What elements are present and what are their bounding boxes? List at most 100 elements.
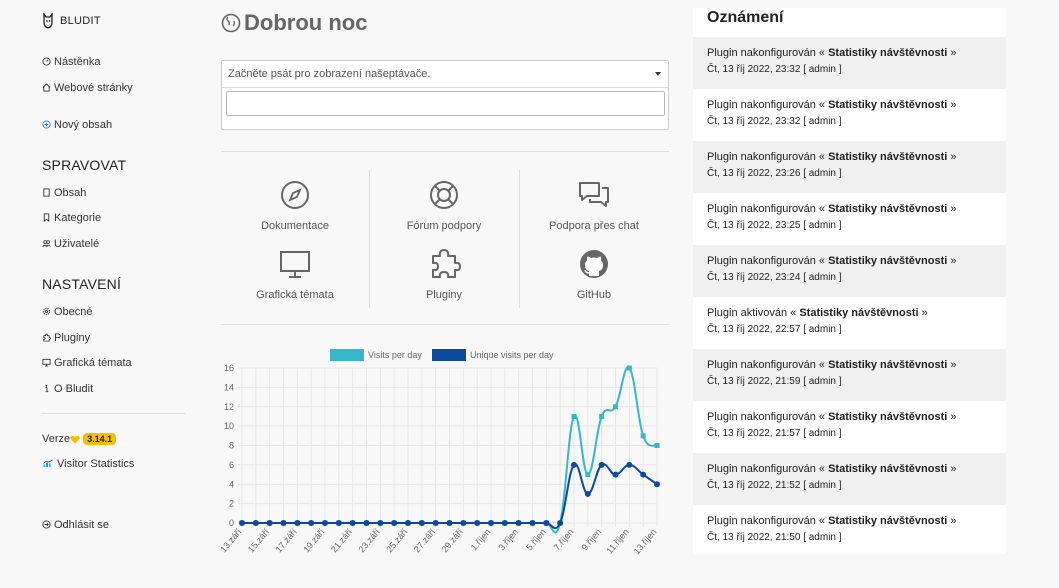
data-point [363,520,370,526]
heart-icon [70,435,80,443]
data-point [308,520,315,526]
notification-message: Plugin nakonfigurován « Statistiky návšt… [707,515,992,527]
y-tick-label: 6 [229,460,234,470]
notification-item[interactable]: Plugin nakonfigurován « Statistiky návšt… [693,401,1006,453]
notification-end: » [950,411,957,423]
data-point [252,520,259,526]
notification-date: Čt, 13 říj 2022, 22:57 [707,324,801,335]
notification-date: Čt, 13 říj 2022, 23:24 [707,272,801,283]
bludit-logo-icon [43,13,53,29]
notification-date: Čt, 13 říj 2022, 21:59 [707,376,801,387]
link-support-forum[interactable]: Fórum podpory [370,178,518,232]
notification-end: » [950,47,957,59]
notification-meta: Čt, 13 říj 2022, 21:52 [ admin ] [707,480,992,491]
data-point [626,365,632,371]
y-tick-label: 4 [229,479,234,489]
sidebar-item-label: Kategorie [54,212,102,224]
notification-meta: Čt, 13 říj 2022, 23:32 [ admin ] [707,116,992,127]
notification-plugin: Statistiky návštěvnosti [828,359,948,371]
notification-date: Čt, 13 říj 2022, 23:32 [707,64,801,75]
data-point [599,413,605,419]
notification-item[interactable]: Plugin aktivován « Statistiky návštěvnos… [693,297,1006,349]
data-point [391,520,398,526]
sidebar-divider [42,413,185,414]
search-dropdown: Začněte psát pro zobrazení našeptávače. [221,60,669,130]
notification-end: » [950,515,957,527]
sidebar-item-label: Grafická témata [54,357,132,369]
notification-meta: Čt, 13 říj 2022, 21:50 [ admin ] [707,532,992,543]
notification-meta: Čt, 13 říj 2022, 23:26 [ admin ] [707,168,992,179]
notification-message: Plugin nakonfigurován « Statistiky návšt… [707,359,992,371]
notification-user: [ admin ] [803,220,842,231]
sidebar-item-users[interactable]: Uživatelé [42,238,99,250]
search-select[interactable]: Začněte psát pro zobrazení našeptávače. [222,61,668,88]
notification-user: [ admin ] [803,428,842,439]
notification-item[interactable]: Plugin nakonfigurován « Statistiky návšt… [693,453,1006,505]
notification-text: Plugin nakonfigurován « [707,515,826,527]
notification-plugin: Statistiky návštěvnosti [828,47,948,59]
notification-plugin: Statistiky návštěvnosti [828,203,948,215]
sidebar-item-general[interactable]: Obecné [42,306,93,318]
sidebar-item-about[interactable]: O Bludit [42,383,93,395]
notification-item[interactable]: Plugin nakonfigurován « Statistiky návšt… [693,193,1006,245]
sidebar-item-dashboard[interactable]: Nástěnka [42,56,100,68]
notification-date: Čt, 13 říj 2022, 23:32 [707,116,801,127]
link-chat-support[interactable]: Podpora přes chat [520,178,668,232]
data-point [266,520,273,526]
notification-item[interactable]: Plugin nakonfigurován « Statistiky návšt… [693,37,1006,89]
sidebar-item-website[interactable]: Webové stránky [42,82,133,94]
notification-item[interactable]: Plugin nakonfigurován « Statistiky návšt… [693,141,1006,193]
notifications-title: Oznámení [707,9,784,26]
gear-icon [42,307,51,316]
sidebar-item-new-content[interactable]: Nový obsah [42,119,112,131]
github-icon [580,250,608,278]
y-tick-label: 8 [229,441,234,451]
file-icon [42,188,51,197]
sidebar-item-logout[interactable]: Odhlásit se [42,519,109,531]
data-point [584,490,591,497]
users-icon [42,239,51,248]
link-themes[interactable]: Grafická témata [221,247,369,301]
data-point [571,461,577,468]
notification-item[interactable]: Plugin nakonfigurován « Statistiky návšt… [693,349,1006,401]
notification-date: Čt, 13 říj 2022, 21:52 [707,480,801,491]
notification-text: Plugin nakonfigurován « [707,99,826,111]
data-point [598,461,605,468]
search-input[interactable] [226,91,665,116]
notification-message: Plugin nakonfigurován « Statistiky návšt… [707,255,992,267]
version-info: Verze 3.14.1 [42,433,117,445]
notification-meta: Čt, 13 říj 2022, 23:32 [ admin ] [707,64,992,75]
data-point [418,520,425,526]
data-point [612,471,619,478]
data-point [515,520,522,526]
link-github[interactable]: GitHub [520,247,668,301]
notification-plugin: Statistiky návštěvnosti [828,411,948,423]
sidebar-item-plugins[interactable]: Pluginy [42,332,90,344]
x-tick-label: 5.říjen [524,527,548,553]
search-placeholder: Začněte psát pro zobrazení našeptávače. [228,68,431,80]
chart-icon [42,459,54,468]
link-plugins[interactable]: Pluginy [370,247,518,301]
y-tick-label: 2 [229,499,234,509]
data-point [460,520,467,526]
sidebar-item-themes[interactable]: Grafická témata [42,357,132,369]
visits-chart: 0 2 4 6 8 10 12 14 16 13.září 15.září 17.září 19.zář… [221,342,669,572]
x-tick-label: 11.říjen [604,527,631,556]
chat-icon [579,182,609,207]
sidebar-item-visitor-statistics[interactable]: Visitor Statistics [42,458,134,470]
sidebar-item-content[interactable]: Obsah [42,187,86,199]
link-documentation[interactable]: Dokumentace [221,178,369,232]
puzzle-icon [432,249,461,278]
notification-user: [ admin ] [803,64,842,75]
sidebar-item-categories[interactable]: Kategorie [42,212,101,224]
version-label: Verze [42,433,71,445]
link-label: Grafická témata [256,289,334,301]
x-tick-label: 15.září [246,526,272,554]
notification-plugin: Statistiky návštěvnosti [828,255,948,267]
data-point [239,520,245,526]
notification-item[interactable]: Plugin nakonfigurován « Statistiky návšt… [693,245,1006,297]
brand[interactable]: BLUDIT [42,13,101,29]
notification-item[interactable]: Plugin nakonfigurován « Statistiky návšt… [693,89,1006,141]
notification-item[interactable]: Plugin nakonfigurován « Statistiky návšt… [693,505,1006,557]
notification-user: [ admin ] [803,532,842,543]
